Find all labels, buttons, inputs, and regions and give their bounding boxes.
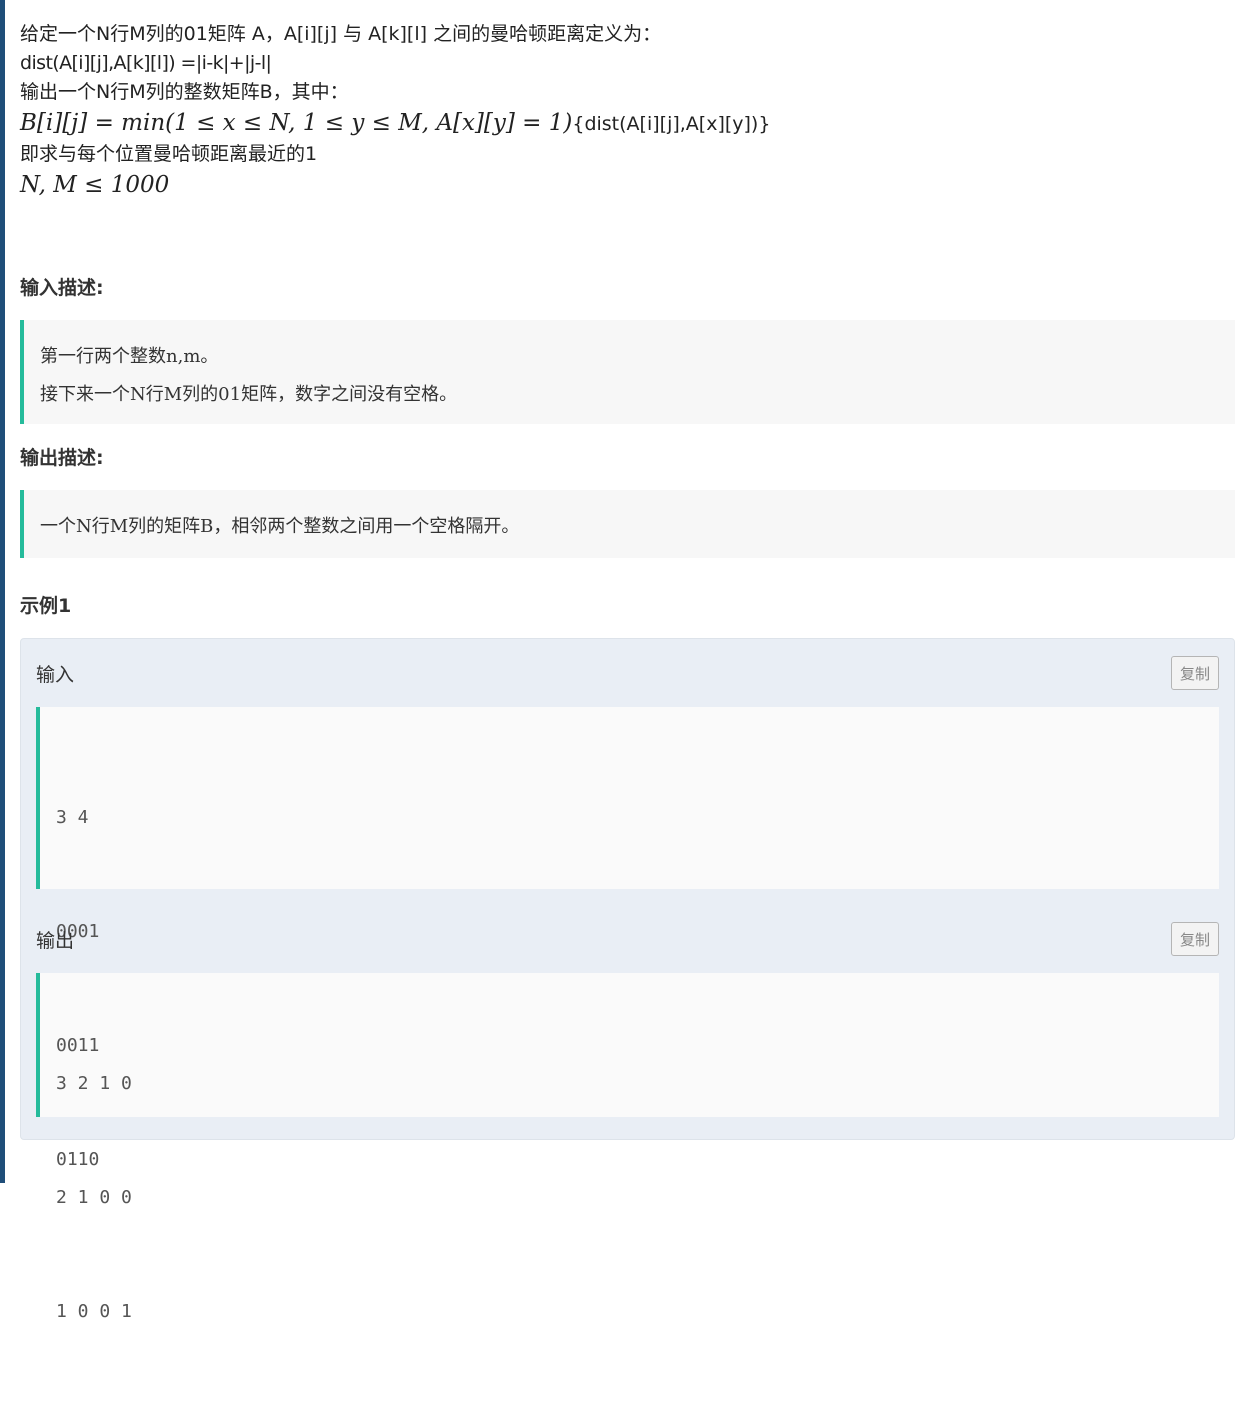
example-title: 示例1 [20, 595, 72, 617]
formula-line: B[i][j] = min(1 ≤ x ≤ N, 1 ≤ y ≤ M, A[x]… [20, 107, 1235, 140]
example-panel: 输入 复制 3 4 0001 0011 0110 输出 复制 3 2 1 0 2… [20, 638, 1235, 1322]
input-desc-line-1: 第一行两个整数n,m。 [40, 346, 219, 367]
input-header: 输入 复制 [36, 639, 1219, 707]
output-desc-line-1: 一个N行M列的矩阵B，相邻两个整数之间用一个空格隔开。 [40, 516, 520, 537]
output-desc-box: 一个N行M列的矩阵B，相邻两个整数之间用一个空格隔开。 [20, 490, 1235, 558]
input-desc-box: 第一行两个整数n,m。 接下来一个N行M列的01矩阵，数字之间没有空格。 [20, 320, 1235, 424]
problem-description: 给定一个N行M列的01矩阵 A，A[i][j] 与 A[k][l] 之间的曼哈顿… [20, 20, 1235, 202]
input-code-block[interactable]: 3 4 0001 0011 0110 [36, 707, 1219, 1170]
desc-line-5: 即求与每个位置曼哈顿距离最近的1 [20, 143, 318, 165]
formula-math: B[i][j] = min(1 ≤ x ≤ N, 1 ≤ y ≤ M, A[x]… [20, 110, 573, 136]
copy-output-button[interactable]: 复制 [1171, 922, 1219, 956]
formula-text: {dist(A[i][j],A[x][y])} [572, 113, 771, 135]
input-label: 输入 [36, 663, 75, 686]
output-desc-title: 输出描述: [20, 447, 104, 469]
output-label: 输出 [36, 929, 75, 952]
output-line: 2 1 0 0 [56, 1187, 132, 1208]
constraint-line: N, M ≤ 1000 [20, 172, 170, 198]
desc-line-1: 给定一个N行M列的01矩阵 A，A[i][j] 与 A[k][l] 之间的曼哈顿… [20, 23, 662, 45]
left-accent-bar [0, 0, 5, 1183]
copy-input-button[interactable]: 复制 [1171, 656, 1219, 690]
desc-line-3: 输出一个N行M列的整数矩阵B，其中： [20, 81, 349, 103]
output-line: 3 2 1 0 [56, 1073, 132, 1094]
problem-content: 给定一个N行M列的01矩阵 A，A[i][j] 与 A[k][l] 之间的曼哈顿… [20, 20, 1235, 1322]
output-line: 1 0 0 1 [56, 1301, 132, 1322]
output-header: 输出 复制 [36, 905, 1219, 973]
input-line: 3 4 [56, 807, 89, 828]
desc-line-2: dist(A[i][j],A[k][l]) =|i-k|+|j-l| [20, 52, 272, 74]
output-code-block[interactable]: 3 2 1 0 2 1 0 0 1 0 0 1 [36, 973, 1219, 1322]
input-desc-title: 输入描述: [20, 277, 104, 299]
input-desc-line-2: 接下来一个N行M列的01矩阵，数字之间没有空格。 [40, 384, 458, 405]
